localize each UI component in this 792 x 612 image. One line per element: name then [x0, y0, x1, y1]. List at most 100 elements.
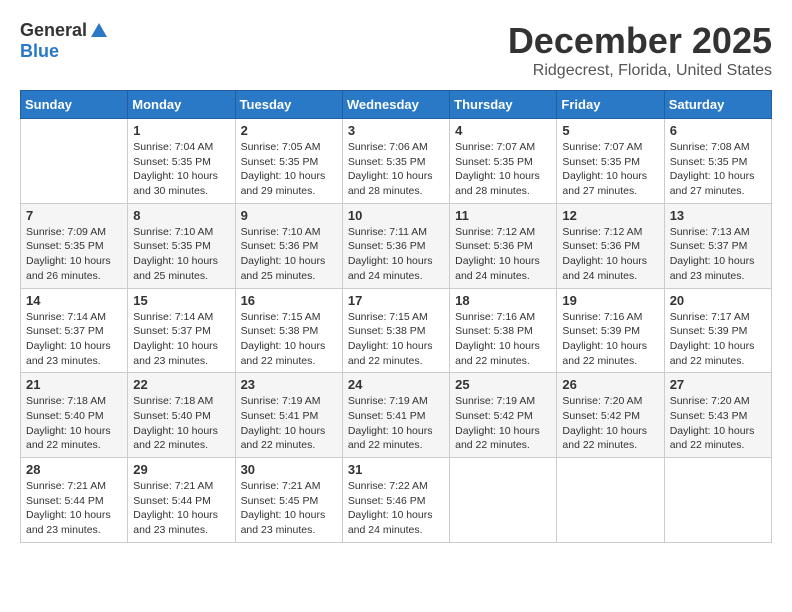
logo-general-text: General [20, 20, 87, 41]
day-info: Sunrise: 7:21 AM Sunset: 5:45 PM Dayligh… [241, 479, 337, 538]
day-number: 27 [670, 377, 766, 392]
day-number: 18 [455, 293, 551, 308]
logo-blue-text: Blue [20, 41, 59, 62]
day-info: Sunrise: 7:14 AM Sunset: 5:37 PM Dayligh… [133, 310, 229, 369]
calendar-cell: 17 Sunrise: 7:15 AM Sunset: 5:38 PM Dayli… [342, 288, 449, 373]
day-info: Sunrise: 7:09 AM Sunset: 5:35 PM Dayligh… [26, 225, 122, 284]
calendar-cell [664, 458, 771, 543]
day-number: 6 [670, 123, 766, 138]
calendar-cell: 31 Sunrise: 7:22 AM Sunset: 5:46 PM Dayli… [342, 458, 449, 543]
calendar-cell: 23 Sunrise: 7:19 AM Sunset: 5:41 PM Dayli… [235, 373, 342, 458]
day-number: 16 [241, 293, 337, 308]
day-number: 15 [133, 293, 229, 308]
calendar-cell: 15 Sunrise: 7:14 AM Sunset: 5:37 PM Dayli… [128, 288, 235, 373]
location-title: Ridgecrest, Florida, United States [508, 62, 772, 80]
day-info: Sunrise: 7:18 AM Sunset: 5:40 PM Dayligh… [133, 394, 229, 453]
day-info: Sunrise: 7:15 AM Sunset: 5:38 PM Dayligh… [241, 310, 337, 369]
calendar-cell: 27 Sunrise: 7:20 AM Sunset: 5:43 PM Dayli… [664, 373, 771, 458]
calendar-cell: 7 Sunrise: 7:09 AM Sunset: 5:35 PM Daylig… [21, 203, 128, 288]
calendar-cell: 14 Sunrise: 7:14 AM Sunset: 5:37 PM Dayli… [21, 288, 128, 373]
day-info: Sunrise: 7:11 AM Sunset: 5:36 PM Dayligh… [348, 225, 444, 284]
day-info: Sunrise: 7:17 AM Sunset: 5:39 PM Dayligh… [670, 310, 766, 369]
day-info: Sunrise: 7:18 AM Sunset: 5:40 PM Dayligh… [26, 394, 122, 453]
calendar-cell: 20Sunrise: 7:17 AM Sunset: 5:39 PM Dayli… [664, 288, 771, 373]
day-info: Sunrise: 7:19 AM Sunset: 5:42 PM Dayligh… [455, 394, 551, 453]
day-info: Sunrise: 7:12 AM Sunset: 5:36 PM Dayligh… [455, 225, 551, 284]
day-info: Sunrise: 7:16 AM Sunset: 5:39 PM Dayligh… [562, 310, 658, 369]
calendar-cell: 11 Sunrise: 7:12 AM Sunset: 5:36 PM Dayli… [450, 203, 557, 288]
calendar-table: SundayMondayTuesdayWednesdayThursdayFrid… [20, 90, 772, 543]
day-number: 4 [455, 123, 551, 138]
day-number: 31 [348, 462, 444, 477]
day-info: Sunrise: 7:07 AM Sunset: 5:35 PM Dayligh… [562, 140, 658, 199]
calendar-cell: 30 Sunrise: 7:21 AM Sunset: 5:45 PM Dayli… [235, 458, 342, 543]
header: General Blue December 2025 Ridgecrest, F… [20, 20, 772, 80]
day-info: Sunrise: 7:12 AM Sunset: 5:36 PM Dayligh… [562, 225, 658, 284]
day-number: 11 [455, 208, 551, 223]
month-title: December 2025 [508, 20, 772, 62]
calendar-cell: 2Sunrise: 7:05 AM Sunset: 5:35 PM Daylig… [235, 119, 342, 204]
day-info: Sunrise: 7:06 AM Sunset: 5:35 PM Dayligh… [348, 140, 444, 199]
calendar-cell: 18 Sunrise: 7:16 AM Sunset: 5:38 PM Dayli… [450, 288, 557, 373]
weekday-header-tuesday: Tuesday [235, 91, 342, 119]
logo: General Blue [20, 20, 107, 62]
day-number: 21 [26, 377, 122, 392]
calendar-cell: 10 Sunrise: 7:11 AM Sunset: 5:36 PM Dayli… [342, 203, 449, 288]
calendar-cell: 19Sunrise: 7:16 AM Sunset: 5:39 PM Dayli… [557, 288, 664, 373]
day-number: 17 [348, 293, 444, 308]
day-info: Sunrise: 7:21 AM Sunset: 5:44 PM Dayligh… [133, 479, 229, 538]
calendar-cell: 28Sunrise: 7:21 AM Sunset: 5:44 PM Dayli… [21, 458, 128, 543]
calendar-cell: 22 Sunrise: 7:18 AM Sunset: 5:40 PM Dayli… [128, 373, 235, 458]
day-number: 2 [241, 123, 337, 138]
calendar-cell: 16 Sunrise: 7:15 AM Sunset: 5:38 PM Dayli… [235, 288, 342, 373]
calendar-cell [450, 458, 557, 543]
day-number: 23 [241, 377, 337, 392]
day-info: Sunrise: 7:08 AM Sunset: 5:35 PM Dayligh… [670, 140, 766, 199]
calendar-cell: 4 Sunrise: 7:07 AM Sunset: 5:35 PM Daylig… [450, 119, 557, 204]
calendar-cell: 12 Sunrise: 7:12 AM Sunset: 5:36 PM Dayli… [557, 203, 664, 288]
day-number: 14 [26, 293, 122, 308]
day-number: 24 [348, 377, 444, 392]
calendar-cell [557, 458, 664, 543]
title-area: December 2025 Ridgecrest, Florida, Unite… [508, 20, 772, 80]
day-info: Sunrise: 7:20 AM Sunset: 5:42 PM Dayligh… [562, 394, 658, 453]
calendar-cell: 21 Sunrise: 7:18 AM Sunset: 5:40 PM Dayli… [21, 373, 128, 458]
day-info: Sunrise: 7:15 AM Sunset: 5:38 PM Dayligh… [348, 310, 444, 369]
day-number: 26 [562, 377, 658, 392]
calendar-cell: 26 Sunrise: 7:20 AM Sunset: 5:42 PM Dayli… [557, 373, 664, 458]
day-number: 30 [241, 462, 337, 477]
calendar-cell: 29 Sunrise: 7:21 AM Sunset: 5:44 PM Dayli… [128, 458, 235, 543]
calendar-cell: 13Sunrise: 7:13 AM Sunset: 5:37 PM Dayli… [664, 203, 771, 288]
weekday-header-row: SundayMondayTuesdayWednesdayThursdayFrid… [21, 91, 772, 119]
calendar-week-row-2: 7 Sunrise: 7:09 AM Sunset: 5:35 PM Daylig… [21, 203, 772, 288]
weekday-header-wednesday: Wednesday [342, 91, 449, 119]
day-info: Sunrise: 7:22 AM Sunset: 5:46 PM Dayligh… [348, 479, 444, 538]
day-number: 3 [348, 123, 444, 138]
day-number: 12 [562, 208, 658, 223]
calendar-cell [21, 119, 128, 204]
calendar-cell: 6 Sunrise: 7:08 AM Sunset: 5:35 PM Daylig… [664, 119, 771, 204]
calendar-cell: 24 Sunrise: 7:19 AM Sunset: 5:41 PM Dayli… [342, 373, 449, 458]
calendar-cell: 5Sunrise: 7:07 AM Sunset: 5:35 PM Daylig… [557, 119, 664, 204]
day-number: 22 [133, 377, 229, 392]
day-number: 10 [348, 208, 444, 223]
calendar-week-row-4: 21 Sunrise: 7:18 AM Sunset: 5:40 PM Dayli… [21, 373, 772, 458]
day-info: Sunrise: 7:10 AM Sunset: 5:36 PM Dayligh… [241, 225, 337, 284]
logo-triangle-icon [91, 23, 107, 37]
day-number: 9 [241, 208, 337, 223]
weekday-header-saturday: Saturday [664, 91, 771, 119]
day-info: Sunrise: 7:14 AM Sunset: 5:37 PM Dayligh… [26, 310, 122, 369]
day-number: 7 [26, 208, 122, 223]
day-info: Sunrise: 7:20 AM Sunset: 5:43 PM Dayligh… [670, 394, 766, 453]
day-info: Sunrise: 7:19 AM Sunset: 5:41 PM Dayligh… [241, 394, 337, 453]
day-number: 28 [26, 462, 122, 477]
day-info: Sunrise: 7:16 AM Sunset: 5:38 PM Dayligh… [455, 310, 551, 369]
day-number: 1 [133, 123, 229, 138]
day-info: Sunrise: 7:19 AM Sunset: 5:41 PM Dayligh… [348, 394, 444, 453]
day-info: Sunrise: 7:07 AM Sunset: 5:35 PM Dayligh… [455, 140, 551, 199]
day-number: 8 [133, 208, 229, 223]
calendar-cell: 1Sunrise: 7:04 AM Sunset: 5:35 PM Daylig… [128, 119, 235, 204]
calendar-cell: 3 Sunrise: 7:06 AM Sunset: 5:35 PM Daylig… [342, 119, 449, 204]
day-number: 29 [133, 462, 229, 477]
weekday-header-monday: Monday [128, 91, 235, 119]
